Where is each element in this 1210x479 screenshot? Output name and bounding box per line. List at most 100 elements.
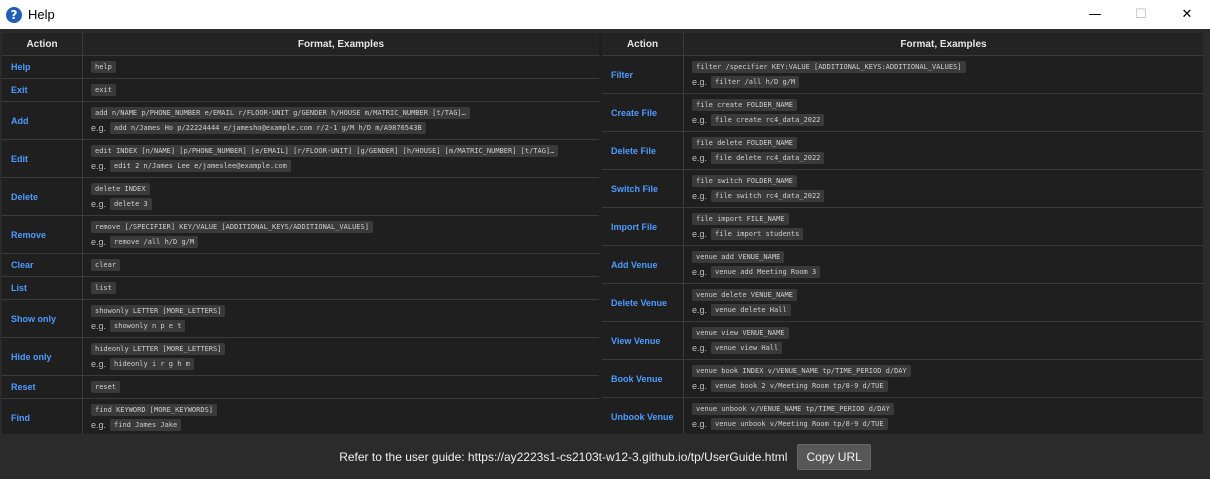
command-format: file delete FOLDER_NAME bbox=[692, 137, 797, 149]
action-column-header[interactable]: Action bbox=[602, 33, 684, 55]
action-column-header[interactable]: Action bbox=[2, 33, 83, 55]
example-label: e.g. bbox=[692, 153, 708, 163]
command-format: venue delete VENUE_NAME bbox=[692, 289, 797, 301]
table-row[interactable]: Reset reset bbox=[2, 376, 599, 399]
action-cell: Unbook Venue bbox=[602, 398, 684, 434]
command-format: file create FOLDER_NAME bbox=[692, 99, 797, 111]
command-format: exit bbox=[91, 84, 116, 96]
example-label: e.g. bbox=[692, 191, 708, 201]
table-row[interactable]: Delete File file delete FOLDER_NAME e.g. fi… bbox=[602, 132, 1203, 170]
right-command-table[interactable]: Action Format, Examples Filter filter /sp… bbox=[602, 33, 1203, 434]
table-row[interactable]: Delete delete INDEX e.g. delete 3 bbox=[2, 178, 599, 216]
table-row[interactable]: Clear clear bbox=[2, 254, 599, 277]
table-row[interactable]: Find find KEYWORD [MORE_KEYWORDS] e.g. find… bbox=[2, 399, 599, 434]
table-row[interactable]: Unbook Venue venue unbook v/VENUE_NAME tp… bbox=[602, 398, 1203, 434]
action-cell: Filter bbox=[602, 56, 684, 93]
format-cell: venue book INDEX v/VENUE_NAME tp/TIME_PE… bbox=[684, 360, 1203, 397]
table-row[interactable]: Hide only hideonly LETTER [MORE_LETTERS] e… bbox=[2, 338, 599, 376]
command-format: delete INDEX bbox=[91, 183, 150, 195]
action-cell: Help bbox=[2, 56, 83, 78]
table-row[interactable]: View Venue venue view VENUE_NAME e.g. venue… bbox=[602, 322, 1203, 360]
example-label: e.g. bbox=[692, 343, 708, 353]
example-label: e.g. bbox=[692, 267, 708, 277]
action-cell: Reset bbox=[2, 376, 83, 398]
format-cell: find KEYWORD [MORE_KEYWORDS] e.g. find Jam… bbox=[83, 399, 599, 434]
command-format: clear bbox=[91, 259, 121, 271]
action-cell: Show only bbox=[2, 300, 83, 337]
table-row[interactable]: List list bbox=[2, 277, 599, 300]
example-label: e.g. bbox=[91, 123, 107, 133]
command-example: add n/James Ho p/22224444 e/jamesho@exam… bbox=[110, 122, 426, 134]
command-format: list bbox=[91, 282, 116, 294]
command-example: showonly n p e t bbox=[110, 320, 186, 332]
table-row[interactable]: Edit edit INDEX [n/NAME] [p/PHONE_NUMBER]… bbox=[2, 140, 599, 178]
table-row[interactable]: Switch File file switch FOLDER_NAME e.g. fi… bbox=[602, 170, 1203, 208]
format-cell: file switch FOLDER_NAME e.g. file switch r… bbox=[684, 170, 1203, 207]
command-example: file delete rc4_data_2022 bbox=[711, 152, 825, 164]
example-label: e.g. bbox=[91, 420, 107, 430]
format-cell: edit INDEX [n/NAME] [p/PHONE_NUMBER] [e/… bbox=[83, 140, 599, 177]
example-label: e.g. bbox=[692, 229, 708, 239]
minimize-button[interactable]: — bbox=[1072, 0, 1118, 29]
table-row[interactable]: Remove remove [/SPECIFIER] KEY/VALUE [ADD… bbox=[2, 216, 599, 254]
format-cell: filter /specifier KEY:VALUE [ADDITIONAL_… bbox=[684, 56, 1203, 93]
table-row[interactable]: Add Venue venue add VENUE_NAME e.g. venue a… bbox=[602, 246, 1203, 284]
action-cell: View Venue bbox=[602, 322, 684, 359]
command-example: file create rc4_data_2022 bbox=[711, 114, 825, 126]
action-cell: Import File bbox=[602, 208, 684, 245]
command-example: remove /all h/D g/M bbox=[110, 236, 199, 248]
action-cell: Clear bbox=[2, 254, 83, 276]
format-column-header[interactable]: Format, Examples bbox=[684, 33, 1203, 55]
command-example: find James Jake bbox=[110, 419, 182, 431]
copy-url-button[interactable]: Copy URL bbox=[797, 443, 871, 470]
table-row[interactable]: Import File file import FILE_NAME e.g. file… bbox=[602, 208, 1203, 246]
example-label: e.g. bbox=[692, 305, 708, 315]
action-cell: Switch File bbox=[602, 170, 684, 207]
command-example: hideonly i r g h m bbox=[110, 358, 194, 370]
table-row[interactable]: Create File file create FOLDER_NAME e.g. fi… bbox=[602, 94, 1203, 132]
table-row[interactable]: Help help bbox=[2, 56, 599, 79]
command-example: venue unbook v/Meeting Room tp/8-9 d/TUE bbox=[711, 418, 888, 430]
action-cell: Remove bbox=[2, 216, 83, 253]
example-label: e.g. bbox=[91, 199, 107, 209]
table-header: Action Format, Examples bbox=[602, 33, 1203, 56]
action-cell: Add bbox=[2, 102, 83, 139]
command-example: filter /all h/D g/M bbox=[711, 76, 800, 88]
command-format: file import FILE_NAME bbox=[692, 213, 789, 225]
example-label: e.g. bbox=[692, 115, 708, 125]
command-format: hideonly LETTER [MORE_LETTERS] bbox=[91, 343, 226, 355]
command-format: venue unbook v/VENUE_NAME tp/TIME_PERIOD… bbox=[692, 403, 894, 415]
command-format: venue view VENUE_NAME bbox=[692, 327, 789, 339]
action-cell: Find bbox=[2, 399, 83, 434]
left-command-table[interactable]: Action Format, Examples Help help Exit exit… bbox=[2, 33, 599, 434]
format-cell: venue view VENUE_NAME e.g. venue view Hall bbox=[684, 322, 1203, 359]
window-controls: — ☐ ✕ bbox=[1072, 0, 1210, 29]
format-cell: reset bbox=[83, 376, 599, 398]
format-column-header[interactable]: Format, Examples bbox=[83, 33, 599, 55]
command-example: venue book 2 v/Meeting Room tp/8-9 d/TUE bbox=[711, 380, 888, 392]
action-cell: List bbox=[2, 277, 83, 299]
action-cell: Create File bbox=[602, 94, 684, 131]
close-button[interactable]: ✕ bbox=[1164, 0, 1210, 29]
user-guide-text: Refer to the user guide: https://ay2223s… bbox=[339, 449, 788, 464]
format-cell: venue unbook v/VENUE_NAME tp/TIME_PERIOD… bbox=[684, 398, 1203, 434]
table-row[interactable]: Show only showonly LETTER [MORE_LETTERS] e… bbox=[2, 300, 599, 338]
table-row[interactable]: Delete Venue venue delete VENUE_NAME e.g. v… bbox=[602, 284, 1203, 322]
action-cell: Delete Venue bbox=[602, 284, 684, 321]
example-label: e.g. bbox=[692, 381, 708, 391]
format-cell: venue delete VENUE_NAME e.g. venue delete … bbox=[684, 284, 1203, 321]
command-example: edit 2 n/James Lee e/jameslee@example.co… bbox=[110, 160, 291, 172]
window-title: Help bbox=[28, 7, 55, 22]
table-row[interactable]: Exit exit bbox=[2, 79, 599, 102]
table-row[interactable]: Add add n/NAME p/PHONE_NUMBER e/EMAIL r/F… bbox=[2, 102, 599, 140]
table-row[interactable]: Book Venue venue book INDEX v/VENUE_NAME … bbox=[602, 360, 1203, 398]
command-example: delete 3 bbox=[110, 198, 152, 210]
command-example: file switch rc4_data_2022 bbox=[711, 190, 825, 202]
maximize-button[interactable]: ☐ bbox=[1118, 0, 1164, 29]
table-row[interactable]: Filter filter /specifier KEY:VALUE [ADDIT… bbox=[602, 56, 1203, 94]
action-cell: Delete File bbox=[602, 132, 684, 169]
action-cell: Exit bbox=[2, 79, 83, 101]
command-format: file switch FOLDER_NAME bbox=[692, 175, 797, 187]
action-cell: Hide only bbox=[2, 338, 83, 375]
format-cell: clear bbox=[83, 254, 599, 276]
